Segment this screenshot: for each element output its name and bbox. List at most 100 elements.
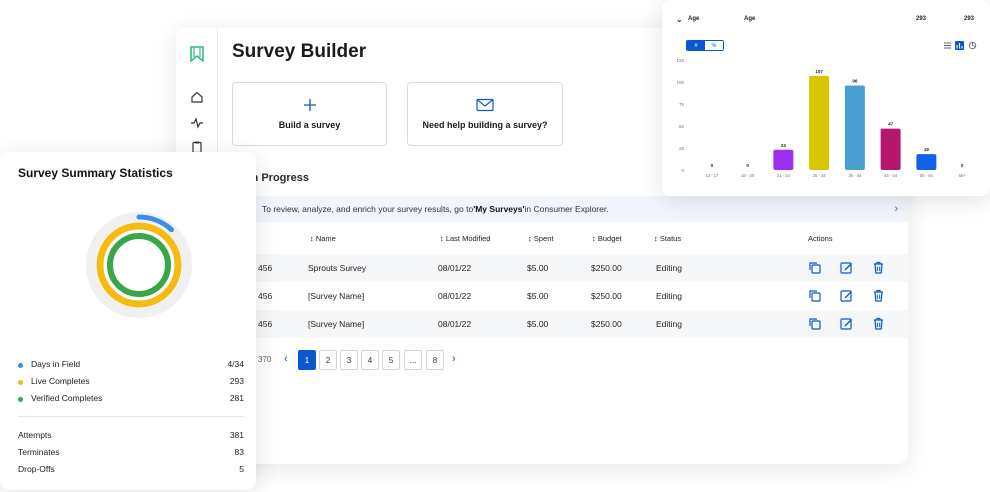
row-status: Editing	[656, 291, 682, 301]
legend-label: Live Completes	[31, 376, 90, 386]
trash-icon[interactable]	[872, 317, 885, 330]
stat-label: Terminates	[18, 447, 60, 457]
x-tick-label: 13 - 17	[705, 173, 719, 178]
page-button-5[interactable]: 5	[382, 350, 400, 370]
page-button-3[interactable]: 3	[340, 350, 358, 370]
page-button-2[interactable]: 2	[319, 350, 337, 370]
stat-drop-offs: Drop-Offs 5	[18, 464, 244, 478]
row-name: [Survey Name]	[308, 319, 365, 329]
page-button-4[interactable]: 4	[361, 350, 379, 370]
bar-value-label: 47	[888, 122, 894, 127]
row-spent: $5.00	[527, 291, 549, 301]
th-status[interactable]: ↕ Status	[654, 234, 681, 243]
activity-icon[interactable]	[190, 116, 204, 130]
age-chart-panel: ⌄ Age Age 293 293 # % 0 25 50 75 100 125 0 13 -…	[662, 0, 990, 196]
bar-chart-icon[interactable]	[955, 41, 964, 50]
banner-prefix: To review, analyze, and enrich your surv…	[262, 204, 474, 214]
row-spent: $5.00	[527, 263, 549, 273]
stat-value: 83	[234, 447, 244, 457]
table-row[interactable]: 456 Sprouts Survey 08/01/22 $5.00 $250.0…	[218, 254, 908, 282]
page-button-1[interactable]: 1	[298, 350, 316, 370]
stat-terminates: Terminates 83	[18, 447, 244, 461]
bar[interactable]	[916, 154, 937, 170]
row-id: 456	[258, 263, 273, 273]
banner-link[interactable]: 'My Surveys'	[473, 204, 524, 214]
row-modified: 08/01/22	[438, 291, 472, 301]
toggle-percent[interactable]: %	[705, 41, 723, 50]
bar-value-label: 18	[924, 147, 930, 152]
copy-icon[interactable]	[808, 261, 821, 274]
pagination: 370 ‹ 1 2 3 4 5 ... 8 ›	[218, 350, 908, 370]
th-last-modified[interactable]: ↕ Last Modified	[440, 234, 490, 243]
plus-icon	[303, 99, 316, 111]
legend-dot	[18, 363, 23, 368]
banner-suffix: in Consumer Explorer.	[524, 204, 609, 214]
table-row[interactable]: 456 [Survey Name] 08/01/22 $5.00 $250.00…	[218, 282, 908, 310]
x-tick-label: 55 - 64	[920, 173, 934, 178]
page-ellipsis: ...	[404, 350, 422, 370]
row-budget: $250.00	[591, 291, 622, 301]
next-page-icon[interactable]: ›	[452, 353, 456, 365]
edit-icon[interactable]	[840, 317, 853, 330]
bar[interactable]	[880, 128, 901, 170]
info-banner: To review, analyze, and enrich your surv…	[218, 196, 908, 222]
edit-icon[interactable]	[840, 261, 853, 274]
th-budget[interactable]: ↕ Budget	[592, 234, 622, 243]
row-modified: 08/01/22	[438, 319, 472, 329]
completion-donut	[86, 212, 192, 318]
copy-icon[interactable]	[808, 317, 821, 330]
legend-days-in-field: Days in Field 4/34	[18, 359, 244, 373]
list-view-icon[interactable]	[943, 41, 952, 50]
trash-icon[interactable]	[872, 261, 885, 274]
age-total-2: 293	[964, 16, 975, 22]
y-tick-label: 50	[679, 124, 685, 129]
row-status: Editing	[656, 319, 682, 329]
bar-value-label: 96	[852, 79, 858, 84]
row-name: Sprouts Survey	[308, 263, 367, 273]
page-button-8[interactable]: 8	[426, 350, 444, 370]
chevron-right-icon[interactable]: ›	[894, 203, 898, 215]
y-tick-label: 100	[676, 80, 684, 85]
help-building-card[interactable]: Need help building a survey?	[407, 82, 563, 146]
chevron-down-icon[interactable]: ⌄	[676, 15, 683, 24]
x-tick-label: 21 - 24	[777, 173, 791, 178]
prev-page-icon[interactable]: ‹	[284, 353, 288, 365]
y-tick-label: 0	[681, 168, 684, 173]
home-icon[interactable]	[190, 90, 204, 104]
build-survey-card[interactable]: Build a survey	[232, 82, 387, 146]
edit-icon[interactable]	[840, 289, 853, 302]
row-budget: $250.00	[591, 319, 622, 329]
trash-icon[interactable]	[872, 289, 885, 302]
th-name[interactable]: ↕ Name	[310, 234, 336, 243]
x-tick-label: 25 - 34	[813, 173, 827, 178]
legend-value: 4/34	[227, 359, 244, 369]
x-tick-label: 35 - 44	[848, 173, 862, 178]
th-spent[interactable]: ↕ Spent	[528, 234, 553, 243]
table-header: ↕ Name ↕ Last Modified ↕ Spent ↕ Budget …	[218, 234, 908, 248]
legend-label: Verified Completes	[31, 393, 103, 403]
x-tick-label: 45 - 54	[884, 173, 898, 178]
pie-chart-icon[interactable]	[968, 41, 977, 50]
legend-label: Days in Field	[31, 359, 81, 369]
bar-value-label: 0	[746, 163, 749, 168]
bar[interactable]	[844, 85, 865, 170]
brand-logo-icon	[190, 46, 204, 62]
bar[interactable]	[773, 149, 794, 170]
bar-value-label: 0	[711, 163, 714, 168]
mail-icon	[476, 98, 494, 112]
table-row[interactable]: 456 [Survey Name] 08/01/22 $5.00 $250.00…	[218, 310, 908, 338]
copy-icon[interactable]	[808, 289, 821, 302]
summary-divider	[18, 416, 244, 417]
row-modified: 08/01/22	[438, 263, 472, 273]
stat-label: Drop-Offs	[18, 464, 55, 474]
bar[interactable]	[809, 75, 830, 170]
legend-dot	[18, 380, 23, 385]
row-id: 456	[258, 319, 273, 329]
toggle-count[interactable]: #	[687, 41, 705, 50]
y-tick-label: 25	[679, 146, 685, 151]
stage: Survey Builder Build a survey Need help …	[0, 0, 990, 492]
age-total-1: 293	[916, 16, 927, 22]
th-actions: Actions	[808, 234, 833, 243]
x-tick-label: 65+	[959, 173, 967, 178]
legend-verified-completes: Verified Completes 281	[18, 393, 244, 407]
